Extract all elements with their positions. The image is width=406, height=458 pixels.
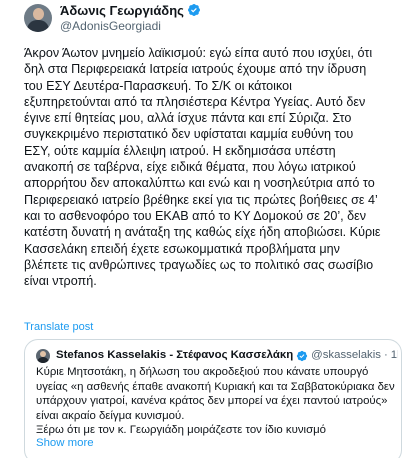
quote-author-name: Stefanos Kasselakis - Στέφανος Κασσελάκη [56, 349, 294, 361]
avatar-body [27, 20, 49, 32]
author-handle[interactable]: @AdonisGeorgiadi [60, 19, 201, 33]
quoted-tweet[interactable]: Stefanos Kasselakis - Στέφανος Κασσελάκη… [24, 339, 402, 458]
quote-avatar-body [37, 357, 49, 363]
quote-header: Stefanos Kasselakis - Στέφανος Κασσελάκη… [56, 348, 398, 363]
quote-timestamp[interactable]: 1h [391, 348, 398, 363]
avatar-head [33, 8, 44, 20]
quote-verified-badge-icon [297, 350, 308, 361]
quote-author-handle: @skasselakis [311, 349, 381, 361]
translate-post-link[interactable]: Translate post [24, 321, 93, 333]
verified-badge-icon [187, 4, 200, 16]
quote-text: Κύριε Μητσοτάκη, η δήλωση του ακροδεξιού… [36, 366, 395, 437]
show-more-link[interactable]: Show more [36, 437, 94, 449]
tweet: Άδωνις Γεωργιάδης @AdonisGeorgiadi Άκρον… [0, 0, 406, 458]
author-names: Άδωνις Γεωργιάδης @AdonisGeorgiadi [60, 1, 201, 33]
post-text: Άκρον Άωτον μνημείο λαϊκισμού: εγώ είπα … [24, 46, 381, 289]
author-display-name[interactable]: Άδωνις Γεωργιάδης [60, 3, 184, 18]
quote-author-avatar[interactable] [36, 349, 50, 363]
quote-separator: · [383, 349, 388, 361]
display-name-row: Άδωνις Γεωργιάδης [60, 1, 201, 19]
author-avatar[interactable] [24, 4, 52, 32]
